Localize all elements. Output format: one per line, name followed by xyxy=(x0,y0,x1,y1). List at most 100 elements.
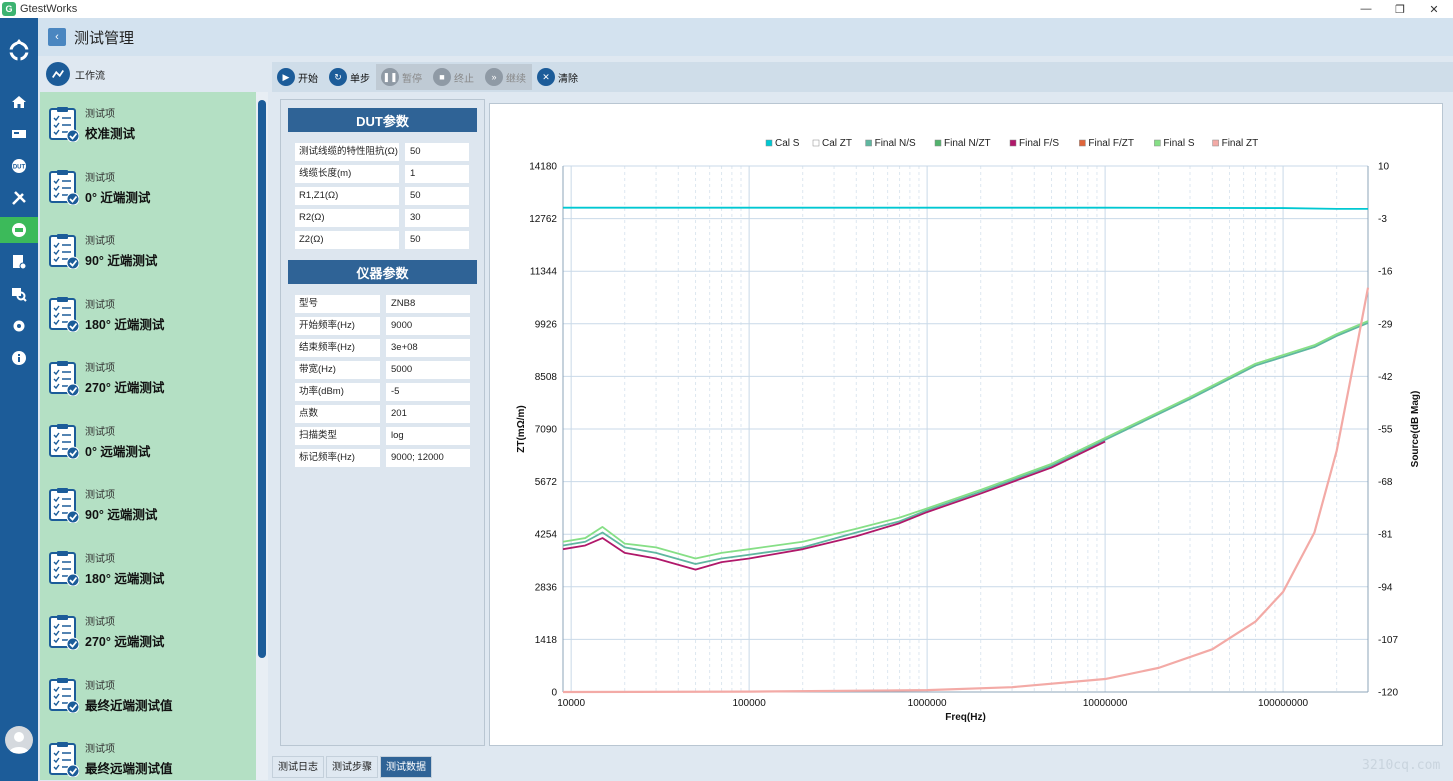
resume-label: 继续 xyxy=(506,73,526,85)
param-value[interactable]: 201 xyxy=(386,405,470,423)
back-button[interactable]: ‹ xyxy=(48,28,66,46)
close-button[interactable]: ✕ xyxy=(1418,0,1450,18)
page-header: ‹ 测试管理 xyxy=(38,18,1453,56)
y2-tick-label: -42 xyxy=(1378,372,1393,383)
workflow-item-name: 90° 远端测试 xyxy=(85,508,158,523)
param-row: 扫描类型 log xyxy=(295,427,470,445)
minimize-button[interactable]: — xyxy=(1350,0,1382,18)
param-row: 开始频率(Hz) 9000 xyxy=(295,317,470,335)
pause-button[interactable]: ❚❚ 暂停 xyxy=(376,64,428,90)
workflow-item[interactable]: 测试项 270° 近端测试 xyxy=(40,346,256,410)
parameters-panel: DUT参数 仪器参数 测试线缆的特性阻抗(Ω) 50 线缆长度(m) 1 R1,Z1(Ω… xyxy=(280,99,485,746)
bottom-tab[interactable]: 测试数据 xyxy=(380,756,432,778)
series-line-final-zt xyxy=(562,287,1370,694)
resume-button[interactable]: » 继续 xyxy=(480,64,532,90)
checklist-icon xyxy=(49,360,79,396)
step-button[interactable]: ↻ 单步 xyxy=(324,64,376,90)
workflow-list: 测试项 校准测试 测试项 0° 近端测试 测试项 90° 近端测试 测试项 180° 近端测试… xyxy=(40,92,256,780)
nav-test-button[interactable] xyxy=(0,217,38,243)
brand-logo-icon xyxy=(6,38,32,64)
param-value[interactable]: 50 xyxy=(405,187,469,205)
device-icon xyxy=(12,130,26,138)
param-value[interactable]: 5000 xyxy=(386,361,470,379)
workflow-item-kind: 测试项 xyxy=(85,172,115,184)
stop-label: 终止 xyxy=(454,73,474,85)
workflow-item[interactable]: 测试项 校准测试 xyxy=(40,92,256,156)
workflow-item[interactable]: 测试项 90° 近端测试 xyxy=(40,219,256,283)
stop-button[interactable]: ■ 终止 xyxy=(428,64,480,90)
nav-search-button[interactable] xyxy=(0,281,38,307)
nav-report-button[interactable] xyxy=(0,249,38,275)
param-value[interactable]: -5 xyxy=(386,383,470,401)
window-titlebar: G GtestWorks — ❐ ✕ xyxy=(0,0,1453,18)
page-title: 测试管理 xyxy=(74,29,135,47)
y-tick-label: 4254 xyxy=(535,530,558,541)
param-value[interactable]: 3e+08 xyxy=(386,339,470,357)
param-key: R1,Z1(Ω) xyxy=(295,187,399,205)
y2-tick-label: 10 xyxy=(1378,162,1390,173)
param-row: R1,Z1(Ω) 50 xyxy=(295,187,469,205)
pause-icon: ❚❚ xyxy=(381,68,399,86)
y-tick-label: 7090 xyxy=(535,425,558,436)
legend-swatch xyxy=(865,139,872,147)
nav-tools-button[interactable] xyxy=(0,185,38,211)
clear-button[interactable]: ✕ 清除 xyxy=(532,64,584,90)
nav-sidebar: DUT xyxy=(0,18,38,781)
workflow-item[interactable]: 测试项 180° 远端测试 xyxy=(40,537,256,601)
scrollbar-thumb[interactable] xyxy=(258,100,266,658)
workflow-item[interactable]: 测试项 最终近端测试值 xyxy=(40,664,256,728)
nav-settings-button[interactable] xyxy=(0,313,38,339)
legend-entry: Final N/ZT xyxy=(944,138,991,149)
workflow-item-kind: 测试项 xyxy=(85,617,115,629)
param-row: 带宽(Hz) 5000 xyxy=(295,361,470,379)
y2-tick-label: -68 xyxy=(1378,477,1393,488)
nav-info-button[interactable] xyxy=(0,345,38,371)
workflow-item[interactable]: 测试项 180° 近端测试 xyxy=(40,283,256,347)
workflow-item-kind: 测试项 xyxy=(85,363,115,375)
workflow-item-name: 270° 远端测试 xyxy=(85,635,165,650)
param-value[interactable]: 1 xyxy=(405,165,469,183)
param-value[interactable]: 50 xyxy=(405,231,469,249)
y2-tick-label: -120 xyxy=(1378,688,1398,699)
workflow-item[interactable]: 测试项 0° 近端测试 xyxy=(40,156,256,220)
legend-swatch xyxy=(1154,139,1161,147)
x-tick-label: 100000 xyxy=(732,698,766,709)
nav-device-button[interactable] xyxy=(0,121,38,147)
y2-tick-label: -29 xyxy=(1378,319,1393,330)
workflow-title: 工作流 xyxy=(75,70,105,82)
param-value[interactable]: ZNB8 xyxy=(386,295,470,313)
nav-dut-button[interactable]: DUT xyxy=(0,153,38,179)
workflow-item[interactable]: 测试项 最终远端测试值 xyxy=(40,727,256,780)
user-avatar[interactable] xyxy=(5,726,33,754)
nav-home-button[interactable] xyxy=(0,89,38,115)
param-value[interactable]: log xyxy=(386,427,470,445)
legend-swatch xyxy=(1009,139,1017,147)
param-value[interactable]: 9000; 12000 xyxy=(386,449,470,467)
start-button[interactable]: ▶ 开始 xyxy=(272,64,324,90)
param-value[interactable]: 50 xyxy=(405,143,469,161)
param-key: 测试线缆的特性阻抗(Ω) xyxy=(295,143,399,161)
legend-swatch xyxy=(1079,139,1086,147)
x-tick-label: 1000000 xyxy=(908,698,947,709)
bottom-tab[interactable]: 测试步骤 xyxy=(326,756,378,778)
workflow-scrollbar[interactable] xyxy=(256,92,268,780)
checklist-icon xyxy=(49,678,79,714)
legend-entry: Final F/S xyxy=(1019,138,1059,149)
y2-tick-label: -107 xyxy=(1378,635,1398,646)
y-tick-label: 5672 xyxy=(535,477,558,488)
param-key: 点数 xyxy=(295,405,380,423)
bottom-tab[interactable]: 测试日志 xyxy=(272,756,324,778)
maximize-button[interactable]: ❐ xyxy=(1384,0,1416,18)
param-key: 型号 xyxy=(295,295,380,313)
workflow-item[interactable]: 测试项 270° 远端测试 xyxy=(40,600,256,664)
param-value[interactable]: 9000 xyxy=(386,317,470,335)
workflow-item[interactable]: 测试项 0° 远端测试 xyxy=(40,410,256,474)
param-value[interactable]: 30 xyxy=(405,209,469,227)
workflow-item[interactable]: 测试项 90° 远端测试 xyxy=(40,473,256,537)
param-key: R2(Ω) xyxy=(295,209,399,227)
param-key: 功率(dBm) xyxy=(295,383,380,401)
checklist-icon xyxy=(49,424,79,460)
y-tick-label: 14180 xyxy=(529,162,557,173)
user-icon xyxy=(9,732,29,753)
workflow-item-kind: 测试项 xyxy=(85,553,115,565)
